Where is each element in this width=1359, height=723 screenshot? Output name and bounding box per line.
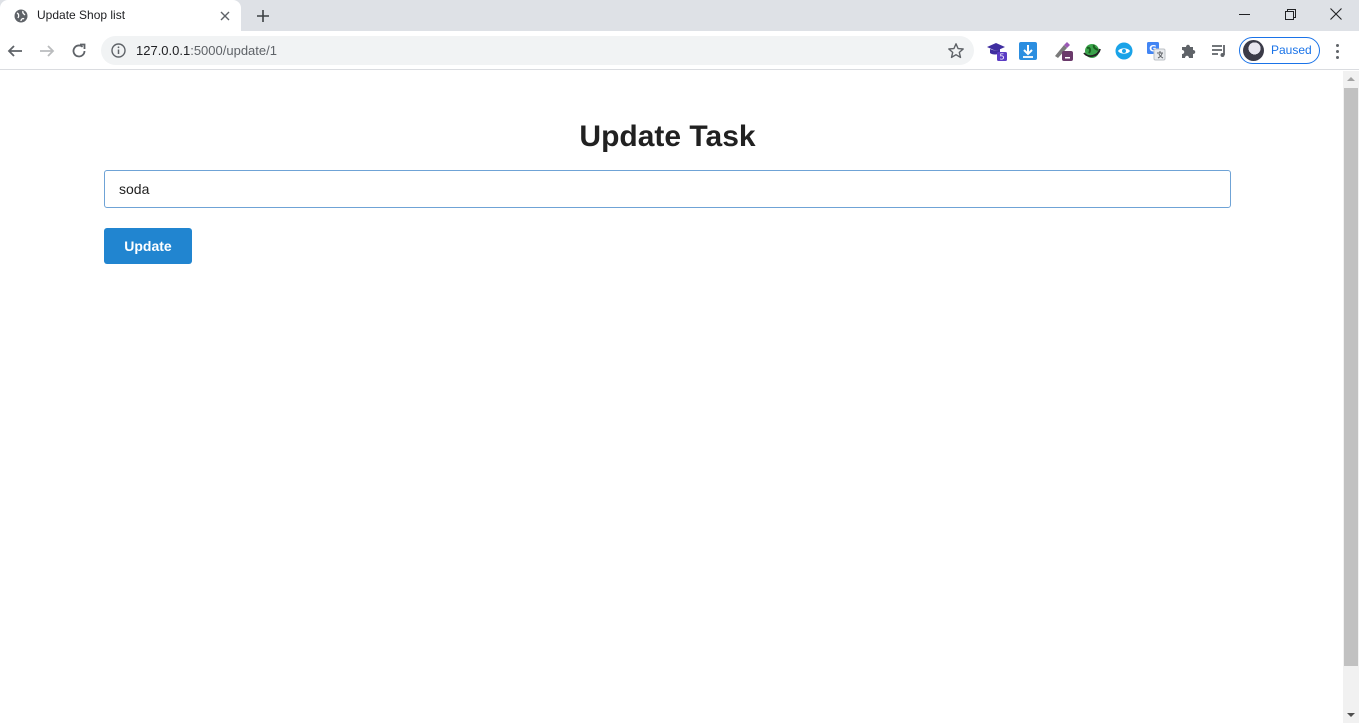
url-path: :5000/update/1 <box>190 43 277 58</box>
download-extension-icon[interactable] <box>1017 40 1039 62</box>
translate-extension-icon[interactable]: G <box>1145 40 1167 62</box>
new-tab-icon[interactable] <box>252 5 274 27</box>
profile-status-label: Paused <box>1271 43 1312 57</box>
restore-icon[interactable] <box>1267 0 1313 28</box>
url-host: 127.0.0.1 <box>136 43 191 58</box>
tab-title: Update Shop list <box>37 8 126 22</box>
scroll-down-arrow-icon[interactable] <box>1343 707 1359 723</box>
avatar <box>1243 40 1264 61</box>
extensions-puzzle-icon[interactable] <box>1177 40 1199 62</box>
globe-icon <box>14 9 28 23</box>
scrollbar-thumb[interactable] <box>1344 88 1358 666</box>
eyedropper-extension-icon[interactable] <box>1052 40 1074 62</box>
eye-extension-icon[interactable] <box>1113 40 1135 62</box>
close-window-icon[interactable] <box>1313 0 1359 28</box>
browser-toolbar: 127.0.0.1:5000/update/1 5 G Paused <box>0 31 1359 70</box>
address-bar[interactable]: 127.0.0.1:5000/update/1 <box>101 36 974 65</box>
back-icon[interactable] <box>3 39 27 63</box>
close-tab-icon[interactable] <box>216 7 234 25</box>
update-button[interactable]: Update <box>104 228 192 264</box>
minimize-icon[interactable] <box>1221 0 1267 28</box>
info-icon[interactable] <box>111 43 126 58</box>
forward-icon[interactable] <box>35 39 59 63</box>
bookmark-star-icon[interactable] <box>947 42 965 60</box>
url-text: 127.0.0.1:5000/update/1 <box>136 43 277 58</box>
vertical-scrollbar[interactable] <box>1343 71 1359 723</box>
reload-icon[interactable] <box>67 39 91 63</box>
page-viewport: Update Task Update <box>0 71 1343 723</box>
scroll-up-arrow-icon[interactable] <box>1343 71 1359 87</box>
page-title: Update Task <box>579 120 756 153</box>
browser-tab[interactable]: Update Shop list <box>0 0 241 31</box>
task-name-input[interactable] <box>104 170 1231 208</box>
globe-extension-icon[interactable] <box>1081 40 1103 62</box>
profile-button[interactable]: Paused <box>1239 37 1320 64</box>
media-queue-icon[interactable] <box>1208 40 1230 62</box>
browser-menu-icon[interactable] <box>1330 40 1344 62</box>
extension-badge: 5 <box>999 53 1004 62</box>
tab-strip: Update Shop list <box>0 0 1359 31</box>
graduation-cap-extension-icon[interactable]: 5 <box>986 40 1008 62</box>
